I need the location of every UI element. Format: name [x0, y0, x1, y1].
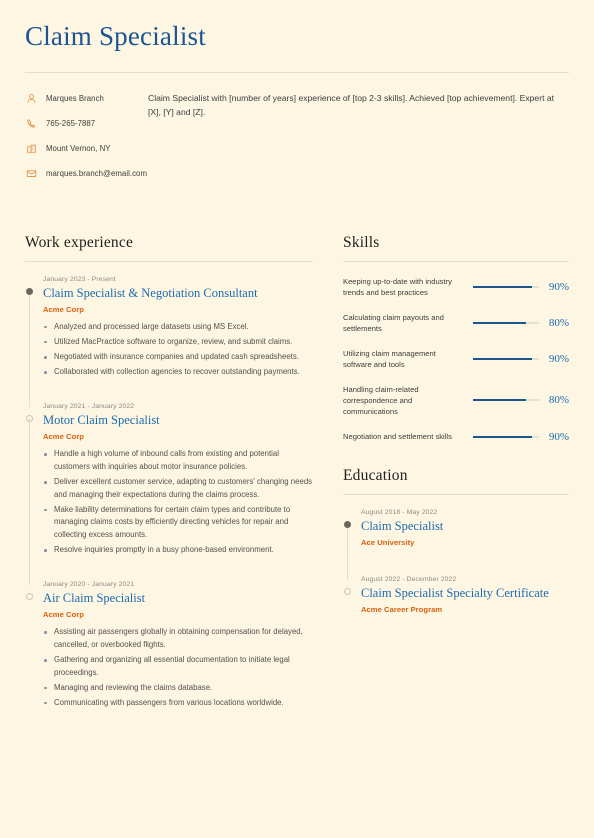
skill-item: Handling claim-related correspondence an… [343, 384, 569, 417]
skill-progress-bar [473, 435, 539, 438]
skills-divider [343, 260, 569, 262]
education-heading: Education [343, 466, 408, 484]
work-entry-points: Assisting air passengers globally in obt… [43, 626, 313, 709]
timeline-dot-filled [26, 287, 33, 295]
work-entry-title: Air Claim Specialist [43, 591, 146, 606]
work-entry-org: Acme Corp [43, 432, 84, 442]
timeline-dot-hollow [26, 415, 33, 423]
skill-name: Negotiation and settlement skills [343, 432, 452, 442]
timeline-dot-filled [344, 520, 351, 528]
skill-progress-bar [473, 357, 539, 360]
skill-item: Negotiation and settlement skills 90% [343, 431, 569, 443]
skill-progress-fill [473, 399, 526, 402]
skill-item: Utilizing claim management software and … [343, 348, 569, 370]
work-entry-title: Claim Specialist & Negotiation Consultan… [43, 285, 258, 300]
skill-progress-bar [473, 321, 539, 324]
contact-item-location: Mount Vernon, NY [25, 142, 148, 155]
list-item: Gathering and organizing all essential d… [43, 654, 313, 679]
skill-progress-bar [473, 399, 539, 402]
list-item: Deliver excellent customer service, adap… [43, 476, 313, 501]
skills-section: Skills Keeping up-to-date with industry … [343, 234, 569, 443]
skill-name: Utilizing claim management software and … [343, 348, 436, 369]
work-entry-points: Analyzed and processed large datasets us… [43, 321, 313, 379]
work-entry-points: Handle a high volume of inbound calls fr… [43, 448, 313, 557]
list-item: Make liability determinations for certai… [43, 504, 313, 542]
education-entry: August 2018 - May 2022 Claim Specialist … [343, 508, 569, 580]
education-section: Education August 2018 - May 2022 Claim S… [343, 467, 569, 614]
resume-header: Claim Specialist Marques Branch 765-265-… [25, 21, 569, 192]
skill-progress-fill [473, 285, 533, 288]
skill-progress-fill [473, 321, 526, 324]
contact-email-text: marques.branch@email.com [46, 168, 147, 178]
skill-item: Calculating claim payouts and settlement… [343, 312, 569, 334]
work-entry-date: January 2023 - Present [43, 275, 116, 283]
contact-item-email: marques.branch@email.com [25, 167, 148, 180]
work-entry-org: Acme Corp [43, 610, 84, 620]
timeline-line [347, 523, 348, 580]
list-item: Analyzed and processed large datasets us… [43, 321, 313, 334]
email-icon [25, 167, 38, 180]
page-title: Claim Specialist [25, 21, 206, 51]
work-entry-date: January 2021 - January 2022 [43, 403, 135, 411]
work-experience-heading: Work experience [25, 233, 134, 251]
list-item: Handle a high volume of inbound calls fr… [43, 448, 313, 473]
list-item: Managing and reviewing the claims databa… [43, 682, 313, 695]
work-entry: January 2020 - January 2021 Air Claim Sp… [25, 581, 313, 709]
contact-item-name: Marques Branch [25, 92, 148, 105]
education-entry-org: Ace University [361, 537, 415, 547]
work-entry: January 2023 - Present Claim Specialist … [25, 275, 313, 408]
skill-progress-bar [473, 285, 539, 288]
skill-name: Keeping up-to-date with industry trends … [343, 276, 452, 297]
education-entry-date: August 2022 - December 2022 [361, 575, 457, 583]
skill-name: Calculating claim payouts and settlement… [343, 312, 444, 333]
education-entry-org: Acme Career Program [361, 604, 443, 614]
timeline-dot-hollow [344, 587, 351, 595]
work-entry-org: Acme Corp [43, 304, 84, 314]
timeline-dot-hollow [26, 593, 33, 601]
work-experience-section: Work experience January 2023 - Present C… [25, 234, 335, 712]
header-divider [25, 71, 569, 73]
education-entry-date: August 2018 - May 2022 [361, 508, 438, 516]
list-item: Utilized MacPractice software to organiz… [43, 336, 313, 349]
professional-summary: Claim Specialist with [number of years] … [148, 92, 555, 117]
work-entry-title: Motor Claim Specialist [43, 413, 160, 428]
list-item: Resolve inquiries promptly in a busy pho… [43, 544, 313, 557]
list-item: Collaborated with collection agencies to… [43, 366, 313, 379]
contact-phone-text: 765-265-7887 [46, 118, 96, 128]
contact-list: Marques Branch 765-265-7887 Mount Vernon… [25, 91, 148, 192]
list-item: Assisting air passengers globally in obt… [43, 626, 313, 651]
work-entry: January 2021 - January 2022 Motor Claim … [25, 403, 313, 586]
contact-item-phone: 765-265-7887 [25, 117, 148, 130]
skill-name: Handling claim-related correspondence an… [343, 384, 419, 416]
list-item: Negotiated with insurance companies and … [43, 351, 313, 364]
work-entry-date: January 2020 - January 2021 [43, 581, 135, 589]
skills-list: Keeping up-to-date with industry trends … [343, 276, 569, 443]
list-item: Communicating with passengers from vario… [43, 697, 313, 710]
skill-percent: 80% [548, 316, 569, 329]
timeline-line [29, 418, 30, 586]
work-experience-divider [25, 260, 313, 262]
education-entry-title: Claim Specialist Specialty Certificate [361, 585, 549, 600]
skill-percent: 80% [548, 394, 569, 407]
skill-percent: 90% [548, 280, 569, 293]
skills-heading: Skills [343, 233, 380, 251]
contact-location-text: Mount Vernon, NY [46, 143, 111, 153]
phone-icon [25, 117, 38, 130]
education-entry-title: Claim Specialist [361, 518, 444, 533]
skill-progress-fill [473, 357, 533, 360]
skill-item: Keeping up-to-date with industry trends … [343, 276, 569, 298]
skill-progress-fill [473, 435, 533, 438]
timeline-line [29, 290, 30, 408]
education-entry: August 2022 - December 2022 Claim Specia… [343, 576, 569, 614]
resume-page: Claim Specialist Marques Branch 765-265-… [0, 0, 594, 838]
location-icon [25, 142, 38, 155]
education-divider [343, 493, 569, 495]
skill-percent: 90% [548, 430, 569, 443]
skill-percent: 90% [548, 352, 569, 365]
contact-name-text: Marques Branch [46, 93, 104, 103]
person-icon [25, 92, 38, 105]
